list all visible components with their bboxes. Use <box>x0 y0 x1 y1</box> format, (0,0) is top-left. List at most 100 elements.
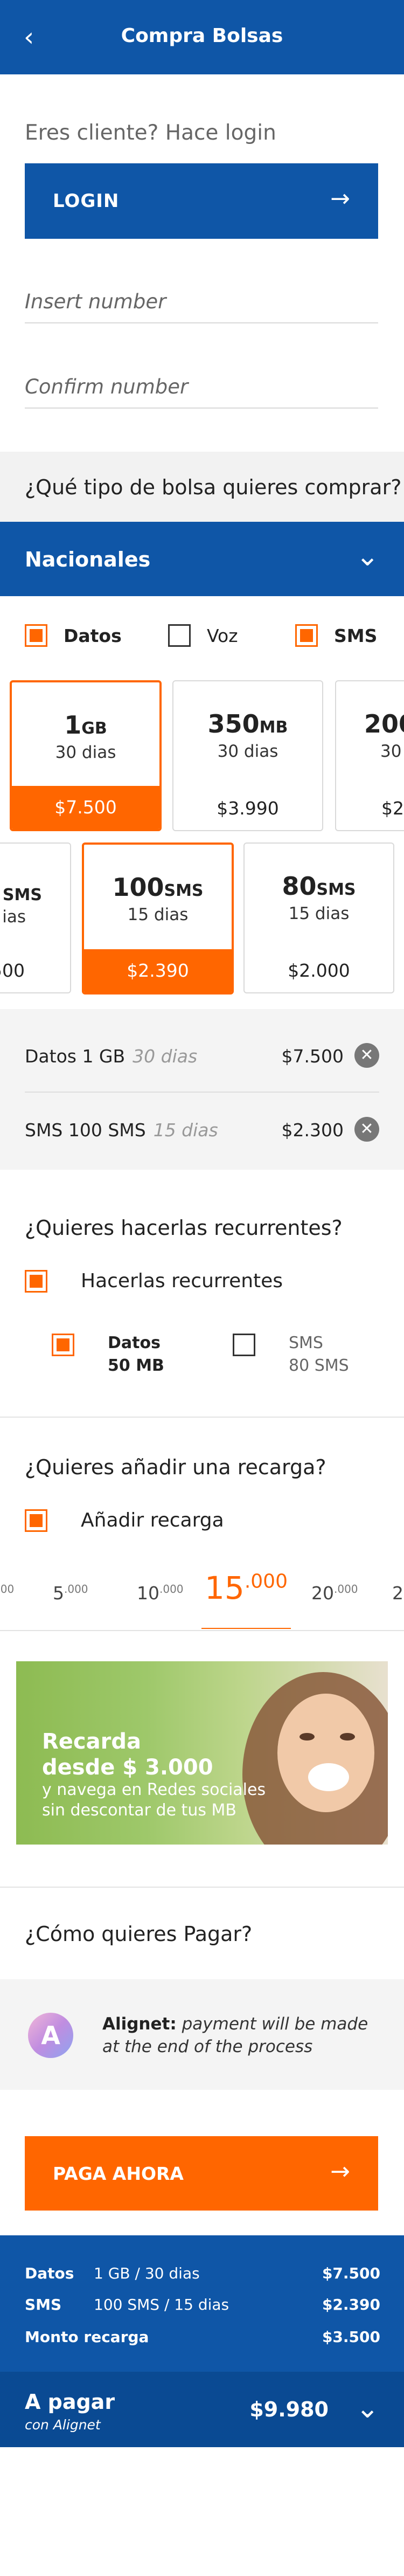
page-title: Compra Bolsas <box>121 25 283 47</box>
data-card[interactable]: 1GB 30 dias $7.500 <box>10 680 162 831</box>
sms-card[interactable]: SMS ias 500 <box>0 842 71 993</box>
sms-card[interactable]: 80SMS 15 dias $2.000 <box>243 842 394 993</box>
recurring-sms-checkbox[interactable] <box>233 1334 255 1356</box>
chevron-down-icon: ⌄ <box>356 540 379 572</box>
type-question: ¿Qué tipo de bolsa quieres comprar? <box>25 475 402 499</box>
promo-line4: sin descontar de tus MB <box>42 1801 236 1820</box>
chevron-down-icon[interactable]: ⌄ <box>356 2392 379 2425</box>
card-period: 30 dias <box>55 743 116 762</box>
recharge-label: Añadir recarga <box>81 1509 224 1531</box>
type-dropdown[interactable]: Nacionales ⌄ <box>0 522 404 596</box>
insert-number-field[interactable] <box>25 280 378 323</box>
recurring-question: ¿Quieres hacerlas recurrentes? <box>25 1216 343 1240</box>
recurring-checkbox[interactable] <box>25 1270 47 1293</box>
card-unit: GB <box>81 719 107 738</box>
divider <box>0 1887 404 1888</box>
login-button-label: LOGIN <box>53 190 120 212</box>
recharge-question: ¿Quieres añadir una recarga? <box>25 1455 326 1479</box>
login-hint: Eres cliente? Hace login <box>25 121 276 145</box>
card-period: 15 dias <box>288 904 350 923</box>
selection-label: SMS 100 SMS <box>25 1120 146 1141</box>
confirm-number-field[interactable] <box>25 365 378 409</box>
payment-question: ¿Cómo quieres Pagar? <box>25 1922 253 1946</box>
recurring-sms-value: 80 SMS <box>289 1356 349 1375</box>
card-amount: 100 <box>112 873 164 902</box>
summary-label: SMS <box>25 2296 62 2313</box>
total-sublabel: con Alignet <box>25 2417 101 2433</box>
recharge-amount[interactable]: 20.000 <box>311 1583 358 1604</box>
promo-line1: Recarda <box>42 1729 141 1754</box>
recurring-datos-checkbox[interactable] <box>52 1334 74 1356</box>
selection-price: $7.500 <box>281 1046 344 1067</box>
recharge-selected-indicator <box>201 1628 291 1629</box>
recharge-amount[interactable]: 2 <box>392 1583 403 1604</box>
card-amount: 80 <box>282 872 317 901</box>
filter-sms-checkbox[interactable] <box>295 624 318 647</box>
insert-number-input[interactable] <box>25 280 378 322</box>
summary-price: $3.500 <box>322 2328 380 2346</box>
pay-now-label: PAGA AHORA <box>53 2163 184 2184</box>
promo-line3: y navega en Redes sociales <box>42 1780 266 1799</box>
promo-line2: desde $ 3.000 <box>42 1755 213 1780</box>
filter-sms-label: SMS <box>334 625 378 646</box>
summary-label: Monto recarga <box>25 2328 149 2346</box>
recurring-sms-label: SMS <box>289 1334 323 1352</box>
summary-detail: 100 SMS / 15 dias <box>94 2296 229 2313</box>
card-price: 500 <box>0 960 25 981</box>
data-cards-carousel[interactable]: 1GB 30 dias $7.500 350MB 30 dias $3.990 … <box>0 680 404 831</box>
summary-price: $7.500 <box>322 2264 380 2282</box>
confirm-number-input[interactable] <box>25 365 378 408</box>
login-button[interactable]: LOGIN → <box>25 163 378 239</box>
recharge-amount-selected[interactable]: 15.000 <box>205 1570 288 1606</box>
pay-now-button[interactable]: PAGA AHORA → <box>25 2136 378 2211</box>
arrow-right-icon: → <box>330 2158 350 2185</box>
card-unit: SMS <box>2 886 42 904</box>
selection-row: Datos 1 GB 30 dias $7.500 ✕ <box>0 1019 404 1092</box>
recharge-checkbox[interactable] <box>25 1509 47 1532</box>
card-period: 15 dias <box>127 905 189 924</box>
selection-period: 15 dias <box>153 1120 218 1141</box>
remove-close-icon[interactable]: ✕ <box>354 1117 379 1142</box>
sms-cards-carousel[interactable]: SMS ias 500 100SMS 15 dias $2.390 80SMS … <box>0 842 404 995</box>
remove-close-icon[interactable]: ✕ <box>354 1043 379 1068</box>
sms-card[interactable]: 100SMS 15 dias $2.390 <box>82 842 234 995</box>
filter-datos-checkbox[interactable] <box>25 624 47 647</box>
recharge-amount[interactable]: 10.000 <box>137 1583 184 1604</box>
card-price: $7.500 <box>12 786 159 829</box>
arrow-right-icon: → <box>330 185 350 212</box>
card-unit: SMS <box>164 881 204 900</box>
recharge-amount-carousel[interactable]: 000 5.000 10.000 15.000 20.000 2 <box>0 1559 404 1629</box>
card-unit: MB <box>259 718 288 737</box>
recharge-amount[interactable]: 000 <box>0 1583 14 1604</box>
selection-period: 30 dias <box>133 1046 198 1067</box>
total-bar[interactable]: A pagar con Alignet $9.980 ⌄ <box>0 2372 404 2447</box>
payment-method[interactable]: A Alignet: payment will be made at the e… <box>0 1979 404 2090</box>
selection-price: $2.300 <box>281 1120 344 1141</box>
card-amount: 350 <box>207 709 260 738</box>
recurring-label: Hacerlas recurrentes <box>81 1270 283 1292</box>
type-dropdown-value: Nacionales <box>25 548 151 571</box>
divider <box>0 1630 404 1631</box>
total-value: $9.980 <box>249 2398 329 2421</box>
summary-label: Datos <box>25 2264 74 2282</box>
data-card[interactable]: 350MB 30 dias $3.990 <box>172 680 323 831</box>
payment-provider: Alignet: <box>102 2014 177 2034</box>
card-period: ias <box>2 907 26 927</box>
selection-row: SMS 100 SMS 15 dias $2.300 ✕ <box>0 1093 404 1165</box>
app-header: ‹ Compra Bolsas <box>0 0 404 74</box>
card-amount: 1 <box>64 710 82 740</box>
card-price: $2 <box>381 798 404 819</box>
card-unit: SMS <box>316 880 356 899</box>
data-card[interactable]: 200 30 $2 <box>335 680 404 831</box>
card-price: $2.000 <box>288 960 350 981</box>
filter-datos-label: Datos <box>64 625 122 646</box>
order-summary: Datos 1 GB / 30 dias $7.500 SMS 100 SMS … <box>0 2235 404 2372</box>
card-period: 30 <box>380 742 402 761</box>
recharge-amount[interactable]: 5.000 <box>53 1583 88 1604</box>
promo-banner[interactable]: Recarda desde $ 3.000 y navega en Redes s… <box>16 1661 388 1845</box>
alignet-logo-icon: A <box>28 2013 73 2058</box>
card-price: $3.990 <box>217 798 279 819</box>
selection-label: Datos 1 GB <box>25 1046 126 1067</box>
filter-voz-checkbox[interactable] <box>168 624 191 647</box>
summary-price: $2.390 <box>322 2296 380 2313</box>
